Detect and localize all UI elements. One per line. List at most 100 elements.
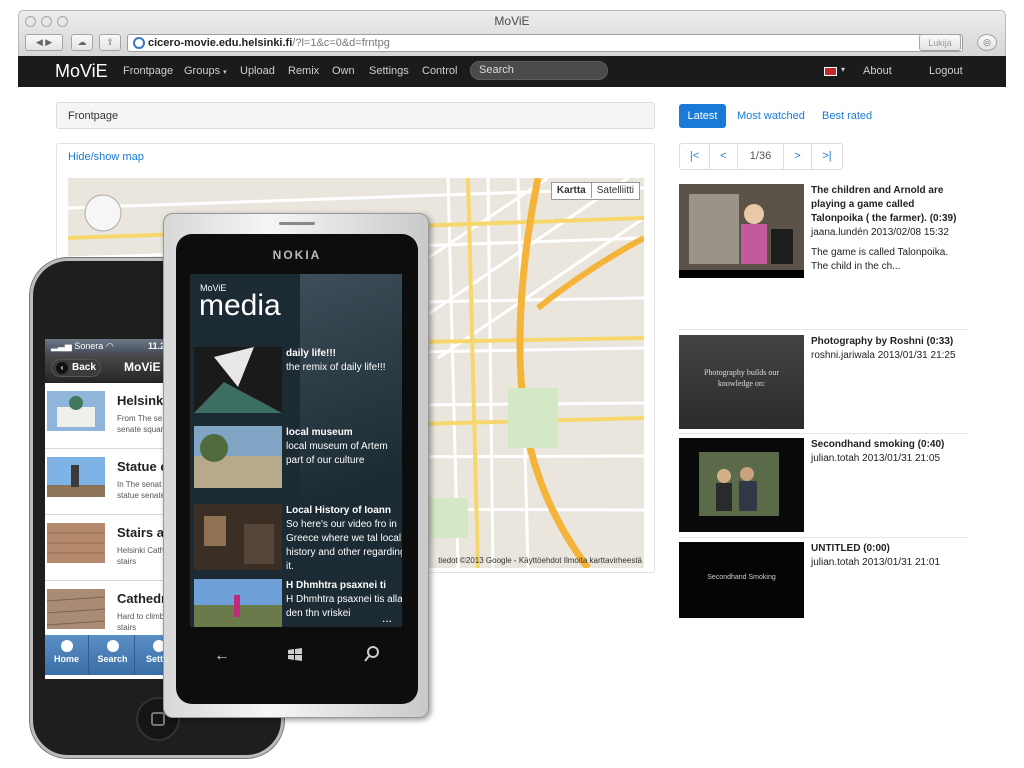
thumbnail-caption: Photography builds our knowledge on: — [703, 368, 780, 388]
video-thumbnail[interactable] — [679, 438, 804, 532]
media-item[interactable]: Local History of Ioann So here's our vide… — [194, 504, 402, 572]
video-title[interactable]: UNTITLED (0:00) — [811, 542, 961, 556]
media-item[interactable]: H Dhmhtra psaxnei ti H Dhmhtra psaxnei ti… — [194, 579, 402, 627]
chevron-down-icon[interactable]: ▾ — [841, 65, 845, 74]
tab-label: Search — [97, 654, 128, 664]
media-thumbnail — [194, 347, 282, 413]
back-button[interactable]: ‹ Back — [51, 359, 101, 377]
reader-button[interactable]: Lukija — [919, 34, 961, 51]
video-item[interactable]: The children and Arnold are playing a ga… — [679, 184, 968, 318]
media-desc: the remix of daily life!!! — [286, 362, 386, 373]
media-title: daily life!!! — [286, 348, 337, 359]
map-attribution: tiedot ©2013 Google - Käyttöehdot Ilmoit… — [438, 556, 642, 565]
page-first-button[interactable]: |< — [680, 144, 710, 169]
nokia-screen: MoViE media daily life!!! the remix of da… — [190, 274, 402, 627]
media-thumbnail — [194, 579, 282, 627]
video-info: The children and Arnold are playing a ga… — [811, 184, 961, 274]
globe-icon — [133, 37, 145, 49]
map-type-satellite[interactable]: Satelliitti — [592, 183, 639, 198]
media-desc: local museum of Artem part of our cultur… — [286, 441, 388, 466]
uk-flag-icon[interactable] — [824, 67, 837, 76]
more-button[interactable]: ... — [382, 611, 392, 625]
page-last-button[interactable]: >| — [812, 144, 842, 169]
earpiece — [279, 222, 315, 225]
video-description: The game is called Talonpoika. The child… — [811, 247, 949, 272]
tab-label: Home — [53, 654, 79, 664]
chevron-down-icon: ▾ — [223, 69, 227, 76]
video-meta: julian.totah 2013/01/31 21:01 — [811, 557, 940, 568]
nav-upload[interactable]: Upload — [240, 65, 275, 77]
media-item[interactable]: daily life!!! the remix of daily life!!! — [194, 347, 402, 413]
home-icon — [60, 640, 73, 652]
back-forward-buttons[interactable]: ◀ ▶ — [25, 34, 63, 51]
search-icon — [106, 640, 119, 652]
map-toggle-link[interactable]: Hide/show map — [68, 151, 144, 163]
nav-groups[interactable]: Groups ▾ — [184, 65, 227, 77]
windows-icon[interactable] — [287, 647, 303, 663]
address-bar[interactable]: cicero-movie.edu.helsinki.fi/?l=1&c=0&d=… — [127, 34, 963, 52]
nav-control[interactable]: Control — [422, 65, 457, 77]
video-title[interactable]: Photography by Roshni (0:33) — [811, 335, 961, 349]
downloads-icon[interactable]: ◎ — [977, 34, 997, 51]
video-info: UNTITLED (0:00) julian.totah 2013/01/31 … — [811, 542, 961, 570]
search-input[interactable]: Search — [470, 61, 608, 80]
list-thumbnail — [47, 589, 105, 629]
nav-about[interactable]: About — [863, 65, 892, 77]
media-thumbnail — [194, 504, 282, 570]
video-item[interactable]: Secondhand Smoking UNTITLED (0:00) julia… — [679, 542, 968, 618]
list-thumbnail — [47, 391, 105, 431]
media-title: local museum — [286, 427, 353, 438]
list-thumbnail — [47, 457, 105, 497]
media-title: H Dhmhtra psaxnei ti — [286, 580, 387, 591]
media-thumbnail — [194, 426, 282, 488]
brand-logo[interactable]: MoViE — [55, 61, 108, 82]
video-item[interactable]: Photography builds our knowledge on: Pho… — [679, 335, 968, 429]
back-arrow-icon[interactable]: ← — [214, 647, 230, 665]
media-item[interactable]: local museum local museum of Artem part o… — [194, 426, 402, 490]
video-meta: julian.totah 2013/01/31 21:05 — [811, 453, 940, 464]
media-text: local museum local museum of Artem part o… — [286, 426, 402, 468]
divider — [679, 329, 968, 330]
signal-icon: ▂▃▅ — [51, 341, 72, 351]
tab-home[interactable]: Home — [45, 635, 89, 675]
nav-frontpage[interactable]: Frontpage — [123, 65, 173, 77]
url-host: cicero-movie.edu.helsinki.fi — [148, 37, 293, 49]
video-info: Secondhand smoking (0:40) julian.totah 2… — [811, 438, 961, 466]
nav-logout[interactable]: Logout — [929, 65, 963, 77]
chevron-left-icon: ‹ — [56, 362, 68, 374]
wifi-icon: ◠ — [105, 341, 114, 351]
home-square-icon — [151, 712, 165, 726]
nav-own[interactable]: Own — [332, 65, 355, 77]
video-title[interactable]: Secondhand smoking (0:40) — [811, 438, 961, 452]
share-icon[interactable]: ⇪ — [99, 34, 121, 51]
divider — [679, 433, 968, 434]
tab-latest[interactable]: Latest — [679, 104, 726, 128]
video-item[interactable]: Secondhand smoking (0:40) julian.totah 2… — [679, 438, 968, 532]
video-thumbnail[interactable]: Secondhand Smoking — [679, 542, 804, 618]
tab-best-rated[interactable]: Best rated — [822, 104, 872, 128]
breadcrumb: Frontpage — [56, 102, 655, 129]
screen-heading: media — [199, 289, 281, 322]
map-type-kartta[interactable]: Kartta — [552, 183, 592, 198]
page-indicator: 1/36 — [738, 144, 784, 169]
carrier-label: Sonera — [74, 341, 104, 351]
page-prev-button[interactable]: < — [710, 144, 738, 169]
tab-search[interactable]: Search — [91, 635, 135, 675]
back-label: Back — [72, 362, 96, 373]
video-thumbnail[interactable]: Photography builds our knowledge on: — [679, 335, 804, 429]
nav-settings[interactable]: Settings — [369, 65, 409, 77]
video-title[interactable]: The children and Arnold are playing a ga… — [811, 184, 961, 226]
nav-groups-label: Groups — [184, 65, 221, 77]
nokia-front: NOKIA MoViE media daily life!!! the remix… — [176, 234, 418, 704]
nav-remix[interactable]: Remix — [288, 65, 319, 77]
video-thumbnail[interactable] — [679, 184, 804, 278]
list-thumbnail — [47, 523, 105, 563]
search-icon[interactable] — [364, 646, 380, 662]
tab-most-watched[interactable]: Most watched — [737, 104, 805, 128]
cloud-icon[interactable]: ☁ — [71, 34, 93, 51]
page-next-button[interactable]: > — [784, 144, 812, 169]
media-text: Local History of Ioann So here's our vide… — [286, 504, 402, 574]
media-text: daily life!!! the remix of daily life!!! — [286, 347, 402, 375]
thumbnail-caption: Secondhand Smoking — [707, 574, 776, 581]
nokia-device: NOKIA MoViE media daily life!!! the remix… — [163, 213, 429, 718]
